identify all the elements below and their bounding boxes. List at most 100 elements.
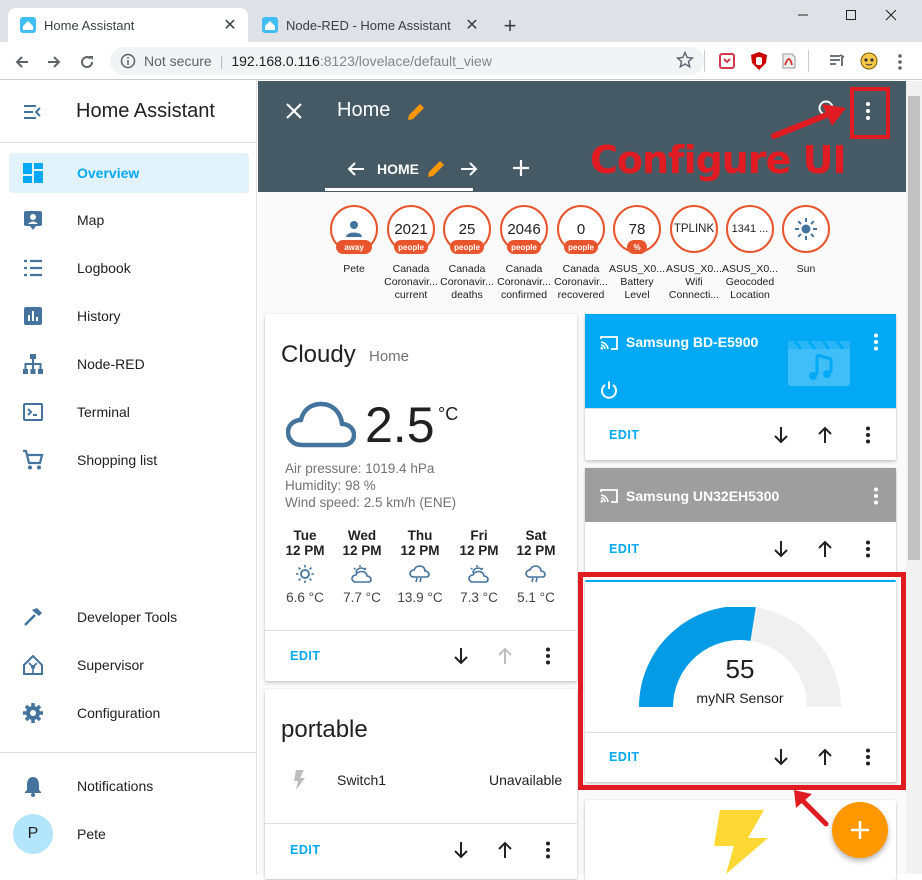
new-tab-button[interactable]: + [496,12,524,40]
tab-close-icon[interactable]: ✕ [460,13,484,37]
browser-tab-home-assistant[interactable]: Home Assistant ✕ [8,8,248,42]
badge-name: ASUS_X0... Geocoded Location [721,263,779,301]
configure-ui-highlight-box [850,87,890,139]
card-menu-icon[interactable] [858,539,878,559]
edit-card-button[interactable]: EDIT [290,843,320,857]
sidebar-item-supervisor[interactable]: Supervisor [9,645,249,685]
sidebar-item-overview[interactable]: Overview [9,153,249,193]
card-title: portable [281,716,368,743]
forecast-weekday: Sat [525,528,547,543]
partly-cloudy-icon [450,558,508,590]
cart-icon [9,449,57,471]
home-assistant-favicon-icon [262,17,278,33]
user-name[interactable]: Pete [77,826,106,842]
ublock-extension-icon[interactable] [748,50,770,72]
sidebar-item-node-red[interactable]: Node-RED [9,344,249,384]
add-view-icon[interactable] [509,156,533,180]
power-button-icon[interactable] [599,380,619,400]
move-down-icon[interactable] [771,425,791,445]
scrollbar-thumb[interactable] [908,96,920,560]
tampermonkey-extension-icon[interactable] [858,50,880,72]
card-divider [585,408,896,409]
sidebar-item-history[interactable]: History [9,296,249,336]
media-player-menu-icon[interactable] [866,486,886,506]
plus-icon [851,821,869,839]
edit-card-button[interactable]: EDIT [290,649,320,663]
sidebar-item-configuration[interactable]: Configuration [9,693,249,733]
reload-button[interactable] [73,48,101,76]
move-view-right-icon[interactable] [458,158,480,180]
edit-view-pencil-icon[interactable] [425,158,447,180]
map-icon [9,209,57,231]
forecast-weekday: Tue [293,528,317,543]
badge-geocoded-location[interactable]: 1341 ... [726,205,774,253]
sidebar-divider [0,142,257,143]
forecast-temp: 7.7 °C [343,590,381,605]
card-menu-icon[interactable] [858,425,878,445]
close-window-button[interactable] [868,0,914,30]
url-host: 192.168.0.116 [231,53,320,69]
entity-name[interactable]: Switch1 [337,772,386,788]
sidebar-item-map[interactable]: Map [9,200,249,240]
tab-close-icon[interactable]: ✕ [218,13,242,37]
sidebar-item-developer-tools[interactable]: Developer Tools [9,597,249,637]
sidebar-item-shopping-list[interactable]: Shopping list [9,440,249,480]
avatar[interactable]: P [13,814,53,854]
minimize-button[interactable] [780,0,826,30]
sidebar-item-logbook[interactable]: Logbook [9,248,249,288]
pocket-extension-icon[interactable] [716,50,738,72]
info-icon[interactable] [120,53,136,69]
close-edit-icon[interactable] [284,101,304,121]
add-card-fab[interactable] [832,802,888,858]
media-player-name: Samsung BD-E5900 [626,334,759,350]
toolbar-divider [704,50,705,72]
entity-state: Unavailable [489,772,563,788]
browser-tab-node-red[interactable]: Node-RED - Home Assistant ✕ [250,8,490,42]
pdf-extension-icon[interactable] [778,50,800,72]
sidebar-item-notifications[interactable]: Notifications [9,766,249,806]
forecast-temp: 6.6 °C [286,590,324,605]
move-down-icon[interactable] [771,539,791,559]
address-bar[interactable]: Not secure | 192.168.0.116:8123/lovelace… [110,47,704,75]
browser-menu-icon[interactable] [890,52,910,72]
hammer-icon [9,606,57,628]
edit-title-pencil-icon[interactable] [405,101,427,123]
sidebar-item-terminal[interactable]: Terminal [9,392,249,432]
terminal-icon [9,401,57,423]
card-menu-icon[interactable] [538,646,558,666]
move-up-icon[interactable] [815,425,835,445]
edit-card-button[interactable]: EDIT [609,428,639,442]
move-up-icon[interactable] [495,840,515,860]
sunny-icon [276,558,334,590]
card-menu-icon[interactable] [538,840,558,860]
badge-sun[interactable] [782,205,830,253]
lightning-icon [290,769,310,791]
back-button[interactable] [8,48,36,76]
sidebar-item-label: Map [77,212,105,228]
badge-label: people [564,240,598,254]
move-view-left-icon[interactable] [345,158,367,180]
reading-list-icon[interactable] [826,50,848,72]
logbook-icon [9,257,57,279]
move-up-icon[interactable] [815,539,835,559]
edit-card-button[interactable]: EDIT [609,542,639,556]
lightning-bolt-icon [712,810,768,874]
badge-wifi-connection[interactable]: TPLINK [670,205,718,253]
move-down-icon[interactable] [451,646,471,666]
move-up-icon [495,646,515,666]
tab-home[interactable]: HOME [377,161,419,177]
tab-title: Home Assistant [44,17,135,33]
media-player-menu-icon[interactable] [866,332,886,352]
forecast-weekday: Wed [347,528,377,543]
move-down-icon[interactable] [451,840,471,860]
forecast-temp: 5.1 °C [517,590,555,605]
gear-icon [9,702,57,724]
forward-button[interactable] [40,48,68,76]
bell-icon [9,775,57,797]
sidebar-collapse-icon[interactable] [20,100,44,124]
badge-name: Canada Coronavir... deaths [440,263,494,301]
bookmark-star-icon[interactable] [676,51,694,69]
badge-label: AWAY [336,240,372,254]
card-divider [265,630,577,631]
active-tab-indicator [325,188,473,191]
